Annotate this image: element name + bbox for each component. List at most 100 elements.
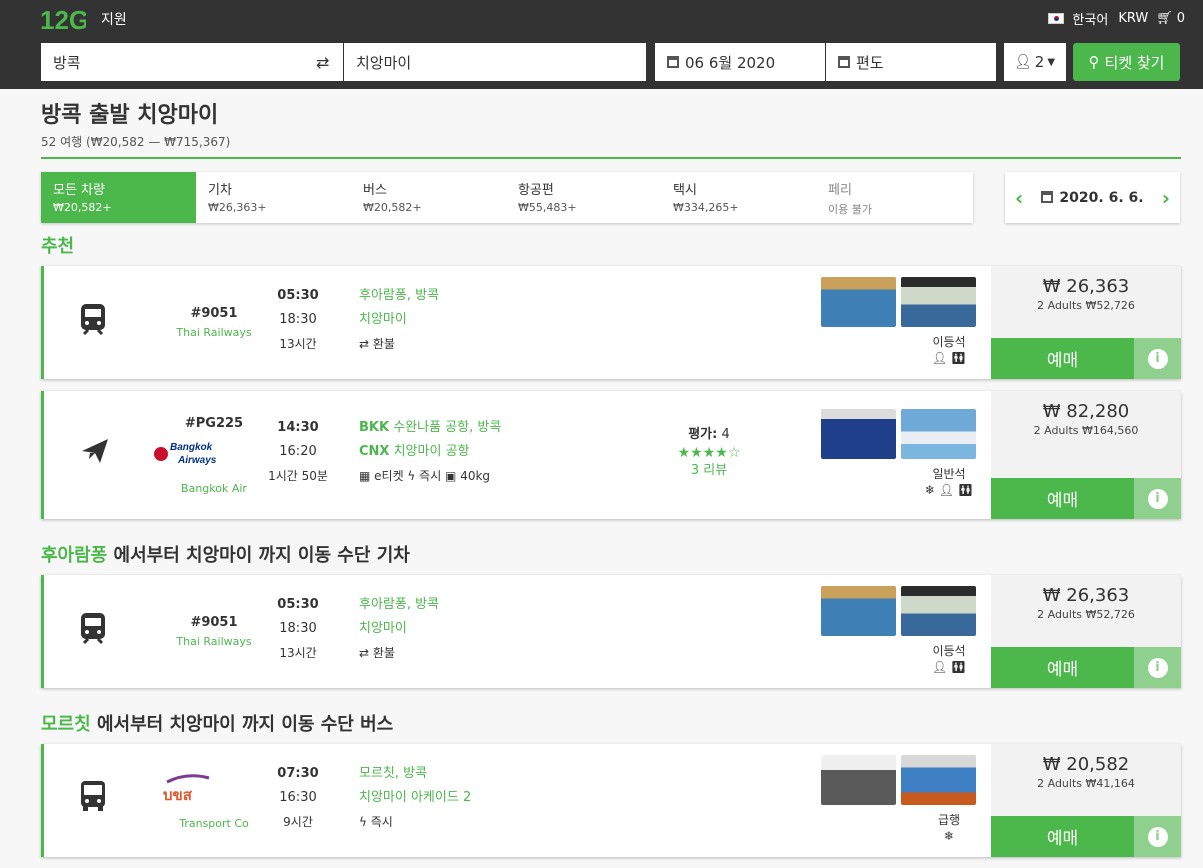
cart-count[interactable]: 0 — [1177, 11, 1185, 26]
book-button[interactable]: 예매 — [991, 647, 1134, 688]
bus-icon — [81, 781, 105, 811]
tab-price: ₩20,582+ — [363, 201, 422, 214]
tab-label: 모든 차량 — [53, 183, 105, 198]
book-button[interactable]: 예매 — [991, 478, 1134, 519]
chevron-right-icon[interactable]: › — [1162, 186, 1170, 210]
book-button[interactable]: 예매 — [991, 338, 1134, 379]
calendar-icon — [667, 56, 679, 68]
seat-class: 이등석 👤︎ 🚻︎ — [919, 334, 979, 366]
airline-logo[interactable]: Bangkok Airways — [152, 438, 227, 468]
to-station[interactable]: CNX 치앙마이 공항 — [359, 440, 501, 464]
tab-all[interactable]: 모든 차량 ₩20,582+ — [41, 172, 196, 223]
support-link[interactable]: 지원 — [101, 9, 127, 29]
to-value: 치앙마이 — [356, 53, 412, 72]
section-station-link[interactable]: 모르칫 — [41, 714, 91, 735]
price: ₩ 82,280 — [1042, 401, 1130, 422]
from-input[interactable]: 방콕 — [41, 43, 343, 81]
chevron-left-icon[interactable]: ‹ — [1015, 186, 1023, 210]
caret-down-icon: ▼ — [1047, 56, 1056, 68]
find-label: 티켓 찾기 — [1104, 53, 1165, 72]
to-input[interactable]: 치앙마이 — [344, 43, 646, 81]
info-icon: i — [1147, 826, 1168, 847]
class-label: 일반석 — [932, 467, 966, 481]
train-photo[interactable] — [901, 277, 976, 327]
result-card[interactable]: #PG225 Bangkok Airways Bangkok Air 14:30 1… — [41, 391, 1181, 519]
calendar-icon — [838, 56, 850, 68]
price: ₩ 26,363 — [1042, 276, 1130, 297]
svg-text:Airways: Airways — [177, 455, 217, 466]
trip-number: #9051 — [190, 306, 238, 321]
bus-interior-photo[interactable] — [821, 755, 896, 805]
trip-number: #9051 — [190, 615, 238, 630]
info-button[interactable]: i — [1134, 478, 1181, 519]
arr-time: 18:30 — [279, 621, 317, 636]
tab-label: 버스 — [363, 183, 387, 198]
train-icon — [81, 613, 105, 645]
train-icon — [81, 304, 105, 336]
to-station[interactable]: 치앙마이 — [359, 308, 439, 332]
language-selector[interactable]: 한국어 — [1072, 9, 1108, 28]
price: ₩ 20,582 — [1042, 754, 1130, 775]
section-station-link[interactable]: 후아람퐁 — [41, 545, 107, 566]
from-station[interactable]: BKK 수완나품 공항, 방콕 — [359, 416, 501, 440]
trip-number: #PG225 — [184, 416, 244, 431]
to-station[interactable]: 치앙마이 아케이드 2 — [359, 786, 471, 810]
class-label: 이등석 — [932, 644, 966, 658]
cart-icon[interactable]: 🛒︎ — [1156, 11, 1173, 26]
return-date-input[interactable]: 편도 — [826, 43, 996, 81]
duration: 13시간 — [279, 646, 317, 660]
arr-time: 18:30 — [279, 312, 317, 327]
result-card[interactable]: #9051 Thai Railways 05:30 18:30 13시간 후아람퐁,… — [41, 575, 1181, 688]
info-button[interactable]: i — [1134, 647, 1181, 688]
info-button[interactable]: i — [1134, 338, 1181, 379]
logo-icon[interactable]: 12Go — [40, 3, 86, 35]
section-recommended: 추천 — [41, 236, 75, 257]
date-input[interactable]: 06 6월 2020 — [655, 43, 825, 81]
info-button[interactable]: i — [1134, 816, 1181, 857]
train-photo[interactable] — [901, 586, 976, 636]
passenger-count: 2 — [1034, 53, 1045, 71]
section-title-text: 에서부터 치앙마이 까지 이동 수단 버스 — [90, 714, 394, 735]
book-button[interactable]: 예매 — [991, 816, 1134, 857]
reviews-link[interactable]: 3 리뷰 — [664, 462, 754, 480]
duration: 9시간 — [283, 815, 313, 829]
tab-price: ₩55,483+ — [518, 201, 577, 214]
find-tickets-button[interactable]: ⚲ 티켓 찾기 — [1073, 43, 1180, 81]
info-icon: i — [1147, 348, 1168, 369]
tab-train[interactable]: 기차 ₩26,363+ — [196, 172, 351, 223]
from-station[interactable]: 후아람퐁, 방콕 — [359, 593, 439, 617]
seat-class: 이등석 👤︎ 🚻︎ — [919, 643, 979, 675]
stations: 후아람퐁, 방콕 치앙마이 ⇄ 환불 — [359, 284, 439, 356]
to-code: CNX — [359, 444, 390, 459]
seat-photo[interactable] — [821, 586, 896, 636]
price-box: ₩ 82,280 2 Adults ₩164,560 예매 i — [991, 391, 1181, 519]
tab-flight[interactable]: 항공편 ₩55,483+ — [506, 172, 661, 223]
bus-photo[interactable] — [901, 755, 976, 805]
amenity-icons: ❄ 👤︎ 🚻︎ — [924, 483, 974, 497]
date-nav-value: 2020. 6. 6. — [1059, 189, 1144, 206]
features: ϟ 즉시 — [359, 815, 393, 829]
passengers-select[interactable]: 👤︎ 2 ▼ — [1004, 43, 1066, 81]
currency-selector[interactable]: KRW — [1118, 11, 1148, 26]
section-title-text: 에서부터 치앙마이 까지 이동 수단 기차 — [107, 545, 410, 566]
svg-text:12Go: 12Go — [40, 5, 86, 35]
result-card[interactable]: บขส Transport Co 07:30 16:30 9시간 모르칫, 방콕 치앙… — [41, 744, 1181, 857]
plane-photo[interactable] — [901, 409, 976, 459]
from-station[interactable]: 모르칫, 방콕 — [359, 762, 471, 786]
tab-price: ₩20,582+ — [53, 201, 112, 214]
page-subtitle: 52 여행 (₩20,582 — ₩715,367) — [41, 135, 231, 149]
class-label: 이등석 — [932, 335, 966, 349]
arr-time: 16:30 — [279, 790, 317, 805]
from-station[interactable]: 후아람퐁, 방콕 — [359, 284, 439, 308]
seat-photo[interactable] — [821, 409, 896, 459]
operator-logo[interactable]: บขส — [157, 772, 217, 804]
result-card[interactable]: #9051 Thai Railways 05:30 18:30 13시간 후아람퐁,… — [41, 266, 1181, 379]
info-icon: i — [1147, 657, 1168, 678]
seat-photo[interactable] — [821, 277, 896, 327]
swap-icon[interactable]: ⇄ — [316, 53, 329, 72]
tab-taxi[interactable]: 택시 ₩334,265+ — [661, 172, 816, 223]
tab-bus[interactable]: 버스 ₩20,582+ — [351, 172, 506, 223]
tab-price: ₩26,363+ — [208, 201, 267, 214]
date-display[interactable]: 2020. 6. 6. — [1041, 189, 1144, 206]
to-station[interactable]: 치앙마이 — [359, 617, 439, 641]
